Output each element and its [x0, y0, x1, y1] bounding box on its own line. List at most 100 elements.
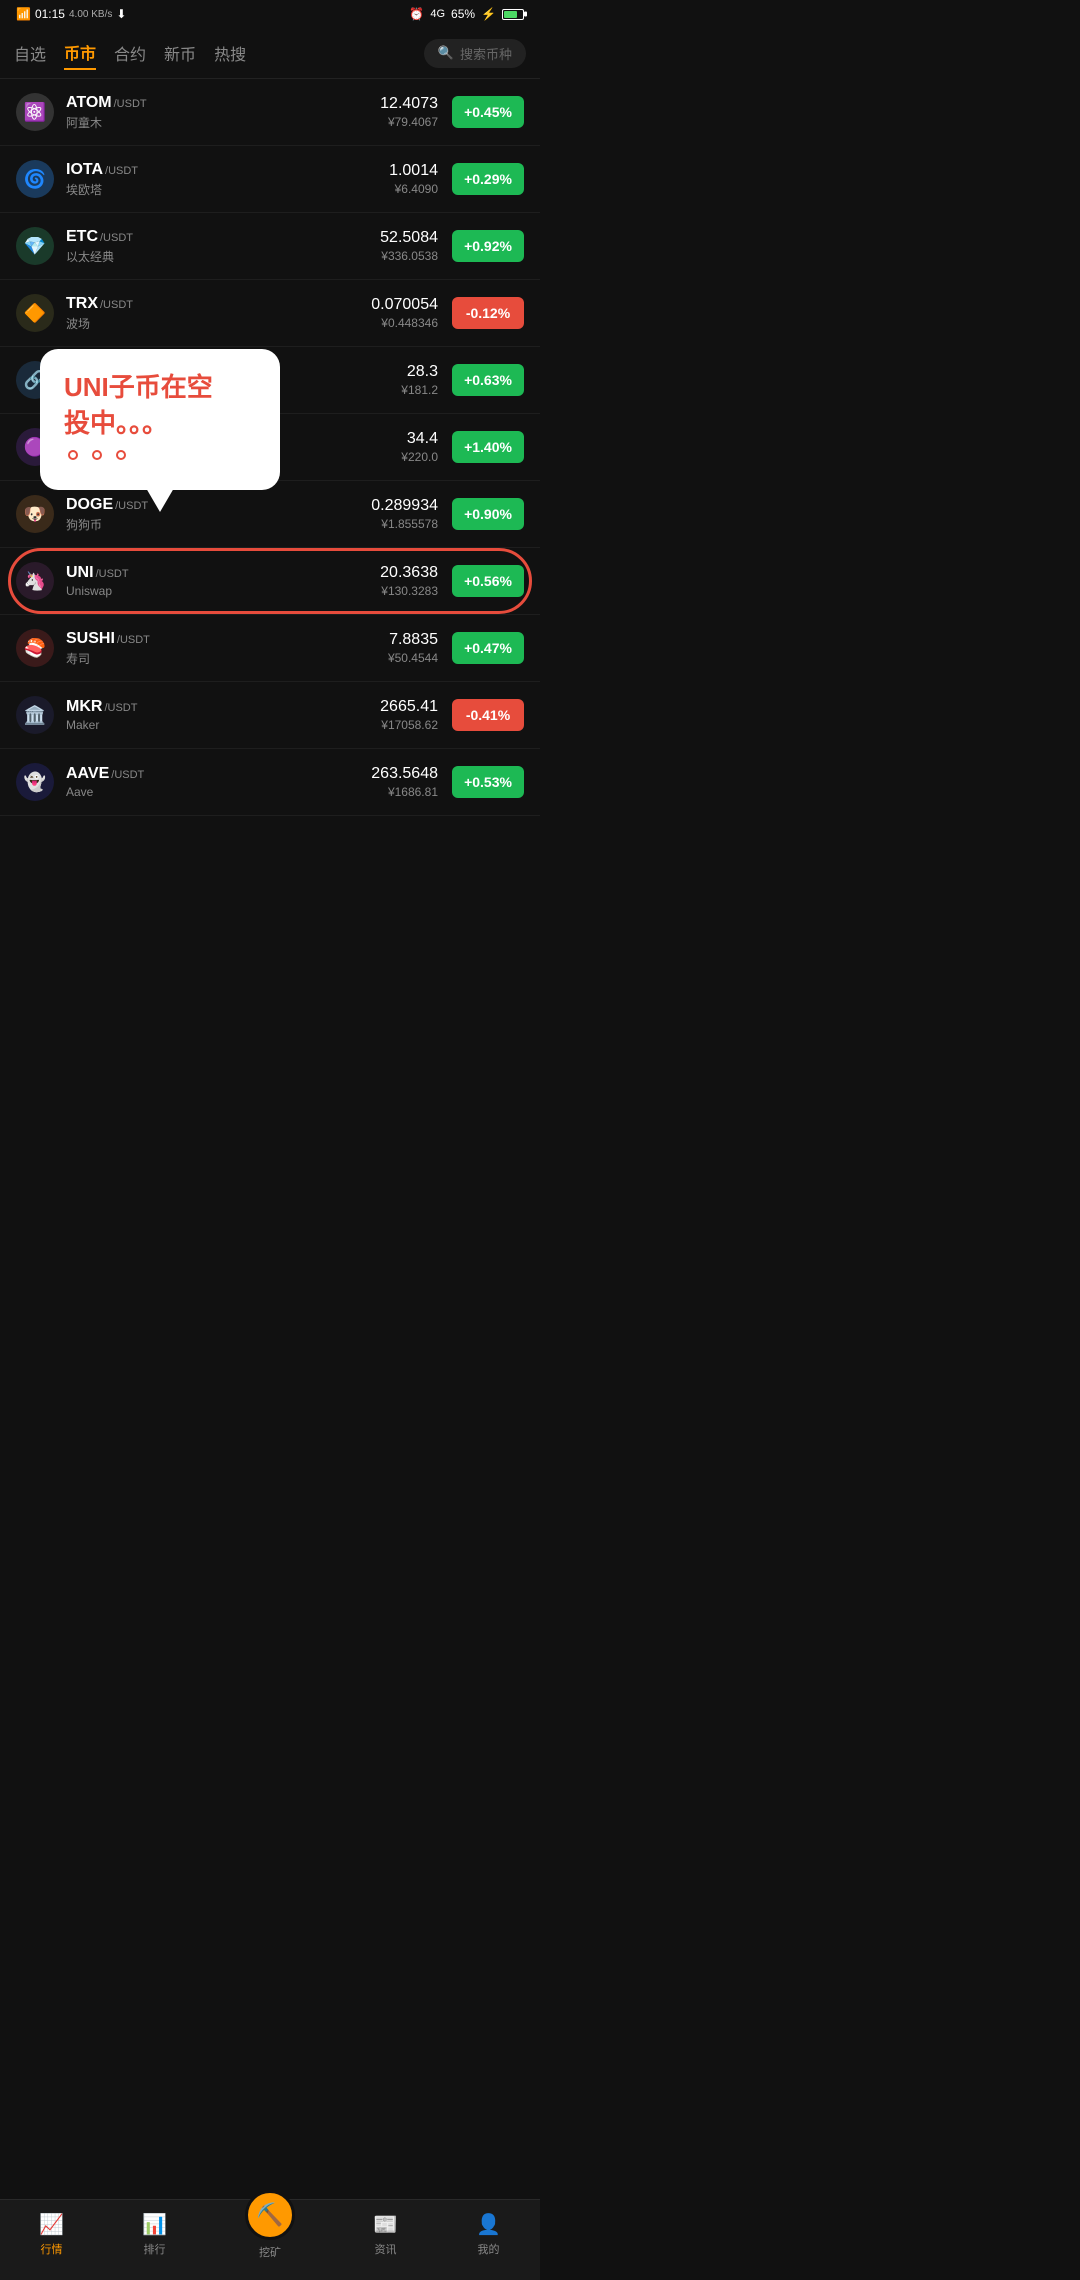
nav-mining[interactable]: ⛏️ 挖矿 [245, 2208, 295, 2260]
coin-row-uni[interactable]: 🦄 UNI/USDT Uniswap 20.3638 ¥130.3283 +0.… [0, 548, 540, 615]
doge-change: +0.90% [452, 498, 524, 530]
tab-heyue[interactable]: 合约 [114, 37, 146, 69]
news-icon: 📰 [373, 2212, 398, 2237]
aave-name: AAVE/USDT [66, 765, 371, 783]
sushi-cn: 寿司 [66, 650, 388, 667]
ranking-icon: 📊 [142, 2212, 167, 2237]
atom-icon: ⚛️ [16, 93, 54, 131]
sushi-price: 7.8835 ¥50.4544 [388, 631, 438, 665]
dot-change: +1.40% [452, 431, 524, 463]
data-speed: 4.00 KB/s [69, 9, 112, 20]
etc-name: ETC/USDT [66, 228, 380, 246]
search-placeholder: 搜索币种 [460, 44, 512, 63]
bolt-icon: ⚡ [481, 7, 496, 21]
nav-news[interactable]: 📰 资讯 [373, 2212, 398, 2257]
tab-resou[interactable]: 热搜 [214, 37, 246, 69]
atom-cn: 阿童木 [66, 114, 380, 131]
uni-cn: Uniswap [66, 584, 380, 598]
aave-icon: 👻 [16, 763, 54, 801]
trx-change: -0.12% [452, 297, 524, 329]
search-box[interactable]: 🔍 搜索币种 [424, 39, 526, 68]
network-type: 4G [430, 8, 445, 20]
news-label: 资讯 [374, 2241, 396, 2257]
sushi-icon: 🍣 [16, 629, 54, 667]
trx-name: TRX/USDT [66, 295, 371, 313]
aave-price: 263.5648 ¥1686.81 [371, 765, 438, 799]
nav-ranking[interactable]: 📊 排行 [142, 2212, 167, 2257]
link-price: 28.3 ¥181.2 [401, 363, 438, 397]
time: 01:15 [35, 7, 65, 21]
nav-tabs: 自选 币市 合约 新币 热搜 🔍 搜索币种 [0, 28, 540, 79]
download-icon: ⬇ [116, 7, 126, 21]
doge-info: DOGE/USDT 狗狗币 [66, 496, 371, 533]
coin-row-trx[interactable]: 🔶 TRX/USDT 波场 0.070054 ¥0.448346 -0.12% [0, 280, 540, 347]
status-bar: 📶 01:15 4.00 KB/s ⬇ ⏰ 4G 65% ⚡ [0, 0, 540, 28]
trx-icon: 🔶 [16, 294, 54, 332]
uni-info: UNI/USDT Uniswap [66, 564, 380, 598]
mkr-icon: 🏛️ [16, 696, 54, 734]
doge-icon: 🐶 [16, 495, 54, 533]
trx-info: TRX/USDT 波场 [66, 295, 371, 332]
atom-change: +0.45% [452, 96, 524, 128]
battery-indicator [502, 9, 524, 20]
iota-icon: 🌀 [16, 160, 54, 198]
trx-price: 0.070054 ¥0.448346 [371, 296, 438, 330]
trx-cn: 波场 [66, 315, 371, 332]
sushi-name: SUSHI/USDT [66, 630, 388, 648]
battery-percent: 65% [451, 7, 475, 21]
ranking-label: 排行 [143, 2241, 165, 2257]
uni-name: UNI/USDT [66, 564, 380, 582]
aave-change: +0.53% [452, 766, 524, 798]
coin-row-sushi[interactable]: 🍣 SUSHI/USDT 寿司 7.8835 ¥50.4544 +0.47% [0, 615, 540, 682]
coin-row-aave[interactable]: 👻 AAVE/USDT Aave 263.5648 ¥1686.81 +0.53… [0, 749, 540, 816]
doge-price: 0.289934 ¥1.855578 [371, 497, 438, 531]
etc-cn: 以太经典 [66, 248, 380, 265]
iota-price: 1.0014 ¥6.4090 [389, 162, 438, 196]
speech-bubble: UNI子币在空投中。。。 [40, 349, 280, 490]
tab-zixuan[interactable]: 自选 [14, 37, 46, 69]
status-right: ⏰ 4G 65% ⚡ [409, 7, 524, 21]
atom-info: ATOM/USDT 阿童木 [66, 94, 380, 131]
bubble-dot-1 [68, 450, 78, 460]
doge-name: DOGE/USDT [66, 496, 371, 514]
coin-row-atom[interactable]: ⚛️ ATOM/USDT 阿童木 12.4073 ¥79.4067 +0.45% [0, 79, 540, 146]
bubble-dots [64, 450, 256, 460]
nav-market[interactable]: 📈 行情 [39, 2212, 64, 2257]
profile-label: 我的 [477, 2241, 499, 2257]
aave-info: AAVE/USDT Aave [66, 765, 371, 799]
bottom-nav: 📈 行情 📊 排行 ⛏️ 挖矿 📰 资讯 👤 我的 [0, 2199, 540, 2280]
tab-biши[interactable]: 币市 [64, 36, 96, 70]
coin-row-doge[interactable]: 🐶 DOGE/USDT 狗狗币 0.289934 ¥1.855578 +0.90… [0, 481, 540, 548]
mkr-name: MKR/USDT [66, 698, 380, 716]
uni-change: +0.56% [452, 565, 524, 597]
doge-cn: 狗狗币 [66, 516, 371, 533]
iota-info: IOTA/USDT 埃欧塔 [66, 161, 389, 198]
tab-xinbi[interactable]: 新币 [164, 37, 196, 69]
aave-cn: Aave [66, 785, 371, 799]
etc-icon: 💎 [16, 227, 54, 265]
iota-change: +0.29% [452, 163, 524, 195]
etc-price: 52.5084 ¥336.0538 [380, 229, 438, 263]
bubble-dot-2 [92, 450, 102, 460]
mining-icon: ⛏️ [245, 2190, 295, 2240]
status-left: 📶 01:15 4.00 KB/s ⬇ [16, 7, 126, 21]
mkr-change: -0.41% [452, 699, 524, 731]
mining-label: 挖矿 [259, 2244, 281, 2260]
etc-change: +0.92% [452, 230, 524, 262]
coin-row-iota[interactable]: 🌀 IOTA/USDT 埃欧塔 1.0014 ¥6.4090 +0.29% [0, 146, 540, 213]
dot-price: 34.4 ¥220.0 [401, 430, 438, 464]
alarm-icon: ⏰ [409, 7, 424, 21]
mkr-cn: Maker [66, 718, 380, 732]
coin-list: ⚛️ ATOM/USDT 阿童木 12.4073 ¥79.4067 +0.45%… [0, 79, 540, 816]
market-label: 行情 [40, 2241, 62, 2257]
mkr-info: MKR/USDT Maker [66, 698, 380, 732]
bubble-text: UNI子币在空投中。。。 [64, 369, 256, 442]
bubble-dot-3 [116, 450, 126, 460]
nav-profile[interactable]: 👤 我的 [476, 2212, 501, 2257]
atom-price: 12.4073 ¥79.4067 [380, 95, 438, 129]
coin-row-etc[interactable]: 💎 ETC/USDT 以太经典 52.5084 ¥336.0538 +0.92% [0, 213, 540, 280]
coin-row-mkr[interactable]: 🏛️ MKR/USDT Maker 2665.41 ¥17058.62 -0.4… [0, 682, 540, 749]
mkr-price: 2665.41 ¥17058.62 [380, 698, 438, 732]
sushi-info: SUSHI/USDT 寿司 [66, 630, 388, 667]
profile-icon: 👤 [476, 2212, 501, 2237]
